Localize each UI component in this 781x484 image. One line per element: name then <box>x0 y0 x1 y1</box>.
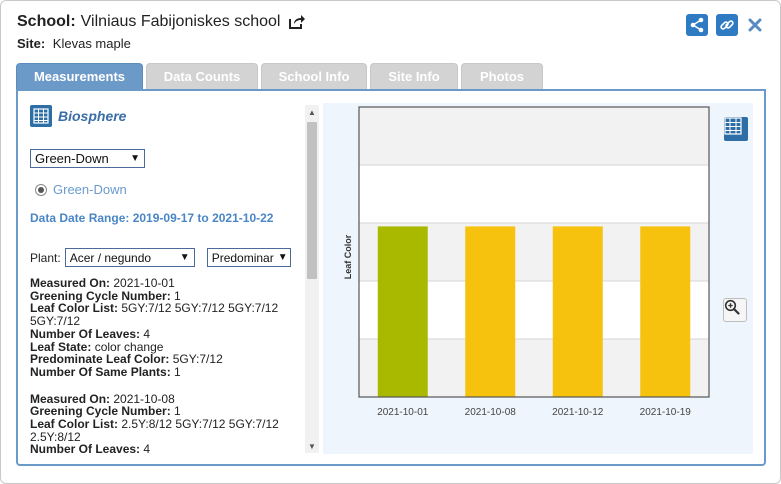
y-axis-label: Leaf Color <box>343 234 353 279</box>
x-tick-label: 2021-10-08 <box>465 407 517 418</box>
scroll-up-icon[interactable]: ▲ <box>305 105 319 119</box>
chevron-down-icon: ▼ <box>130 153 140 164</box>
share-icon <box>690 17 704 33</box>
plant-select-value: Acer / negundo <box>69 250 152 265</box>
field-label: Number Of Leaves: <box>30 442 141 455</box>
field-value: 5GY:7/12 5GY:7/12 5GY:7/12 <box>121 301 279 316</box>
tab-measurements[interactable]: Measurements <box>16 63 143 89</box>
chart-canvas: 2021-10-01 2021-10-08 2021-10-12 2021-10-19… <box>343 106 710 418</box>
table-grid-icon <box>724 117 742 135</box>
school-line: School: Vilniaus Fabijoniskes school <box>17 13 306 31</box>
list-scrollbar[interactable]: ▲ ▼ <box>305 105 319 453</box>
tab-data-counts[interactable]: Data Counts <box>146 63 258 89</box>
chain-link-icon <box>720 20 734 30</box>
field-value: 2.5Y:8/12 5GY:7/12 5GY:7/12 <box>121 417 279 432</box>
chart-bar <box>377 226 428 397</box>
plant-row: Plant: Acer / negundo ▼ Predominar ▼ <box>30 248 308 267</box>
protocol-select[interactable]: Green-Down ▼ <box>30 149 145 168</box>
share-button[interactable] <box>686 14 708 36</box>
field-value: 1 <box>174 364 181 379</box>
external-link-icon[interactable] <box>288 14 306 30</box>
zoom-button[interactable] <box>723 298 747 322</box>
plot-band <box>359 107 709 165</box>
protocol-radio[interactable]: Green-Down <box>30 182 308 197</box>
protocol-title: Biosphere <box>58 108 127 124</box>
data-date-range: Data Date Range: 2019-09-17 to 2021-10-2… <box>30 211 308 225</box>
plant-label: Plant: <box>30 250 61 265</box>
protocol-heading: Biosphere <box>30 105 308 127</box>
measurement-record: Measured On: 2021-10-01 Greening Cycle N… <box>30 277 308 455</box>
zoom-in-icon <box>724 299 740 315</box>
scroll-down-icon[interactable]: ▼ <box>305 439 319 453</box>
table-grid-icon[interactable] <box>30 105 52 127</box>
protocol-select-value: Green-Down <box>35 151 109 166</box>
close-button[interactable] <box>746 14 764 36</box>
school-label: School: <box>17 13 76 30</box>
site-popup: School: Vilniaus Fabijoniskes school Sit… <box>0 0 781 484</box>
radio-selected-icon[interactable] <box>35 183 47 196</box>
school-name: Vilniaus Fabijoniskes school <box>80 13 281 30</box>
x-tick-label: 2021-10-19 <box>640 407 692 418</box>
link-button[interactable] <box>716 14 738 36</box>
chart-bar <box>552 226 603 397</box>
close-icon <box>748 18 762 32</box>
popup-header: School: Vilniaus Fabijoniskes school Sit… <box>17 13 306 51</box>
date-range-value: 2019-09-17 to 2021-10-22 <box>132 211 274 225</box>
leaf-color-chart: 2021-10-01 2021-10-08 2021-10-12 2021-10-19… <box>323 103 753 454</box>
tab-site-info[interactable]: Site Info <box>370 63 458 89</box>
predominant-select[interactable]: Predominar ▼ <box>206 248 291 267</box>
chart-bar <box>640 226 691 397</box>
site-name: Klevas maple <box>52 36 131 51</box>
popup-actions <box>686 14 764 36</box>
date-range-label: Data Date Range: <box>30 211 130 225</box>
chart-bar <box>465 226 516 397</box>
measurements-panel: Biosphere Green-Down ▼ Green-Down Data D… <box>16 89 766 466</box>
radio-label: Green-Down <box>53 182 127 197</box>
tab-school-info[interactable]: School Info <box>261 63 367 89</box>
x-tick-label: 2021-10-12 <box>552 407 604 418</box>
chevron-down-icon: ▼ <box>277 252 288 263</box>
field-value: 4 <box>143 442 151 455</box>
site-label: Site: <box>17 36 46 51</box>
tab-bar: Measurements Data Counts School Info Sit… <box>16 63 543 89</box>
scroll-thumb[interactable] <box>307 122 317 279</box>
data-table-button[interactable] <box>724 117 748 141</box>
field-label: Number Of Same Plants: <box>30 364 171 379</box>
tab-photos[interactable]: Photos <box>461 63 543 89</box>
x-tick-label: 2021-10-01 <box>377 407 429 418</box>
plant-select[interactable]: Acer / negundo ▼ <box>64 248 195 267</box>
site-line: Site: Klevas maple <box>17 36 306 51</box>
predominant-select-value: Predominar <box>211 250 274 265</box>
measurement-list[interactable]: Biosphere Green-Down ▼ Green-Down Data D… <box>30 105 308 455</box>
field-label: Leaf Color List: <box>30 417 119 432</box>
chevron-down-icon: ▼ <box>179 252 190 263</box>
